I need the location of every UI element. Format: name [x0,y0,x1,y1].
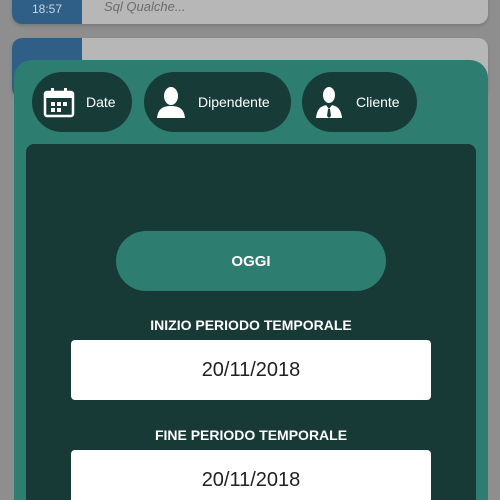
tab-dipendente-label: Dipendente [198,94,270,110]
list-item-time: 18:57 [12,0,82,24]
list-item-subtext: Sql Qualche... [104,0,186,14]
tab-dipendente[interactable]: Dipendente [144,72,291,132]
end-date-label: FINE PERIODO TEMPORALE [154,427,348,443]
start-date-label: INIZIO PERIODO TEMPORALE [150,317,352,333]
tab-cliente-label: Cliente [356,94,400,110]
end-date-field[interactable]: 20/11/2018 [71,450,431,500]
start-date-field[interactable]: 20/11/2018 [71,340,431,400]
today-button[interactable]: OGGI [116,231,386,291]
date-filter-section: OGGI INIZIO PERIODO TEMPORALE 20/11/2018… [26,144,476,500]
tab-date[interactable]: Date [32,72,132,132]
screen: 18:57 Sql Qualche... Date Dipendente Cli… [0,0,500,500]
filter-panel: Date Dipendente Cliente OGGI INIZIO PERI… [14,60,488,500]
person-icon [154,85,188,119]
businessman-icon [312,85,346,119]
calendar-icon [42,85,76,119]
tab-cliente[interactable]: Cliente [302,72,417,132]
tab-date-label: Date [86,94,116,110]
list-item: 18:57 Sql Qualche... [12,0,488,24]
